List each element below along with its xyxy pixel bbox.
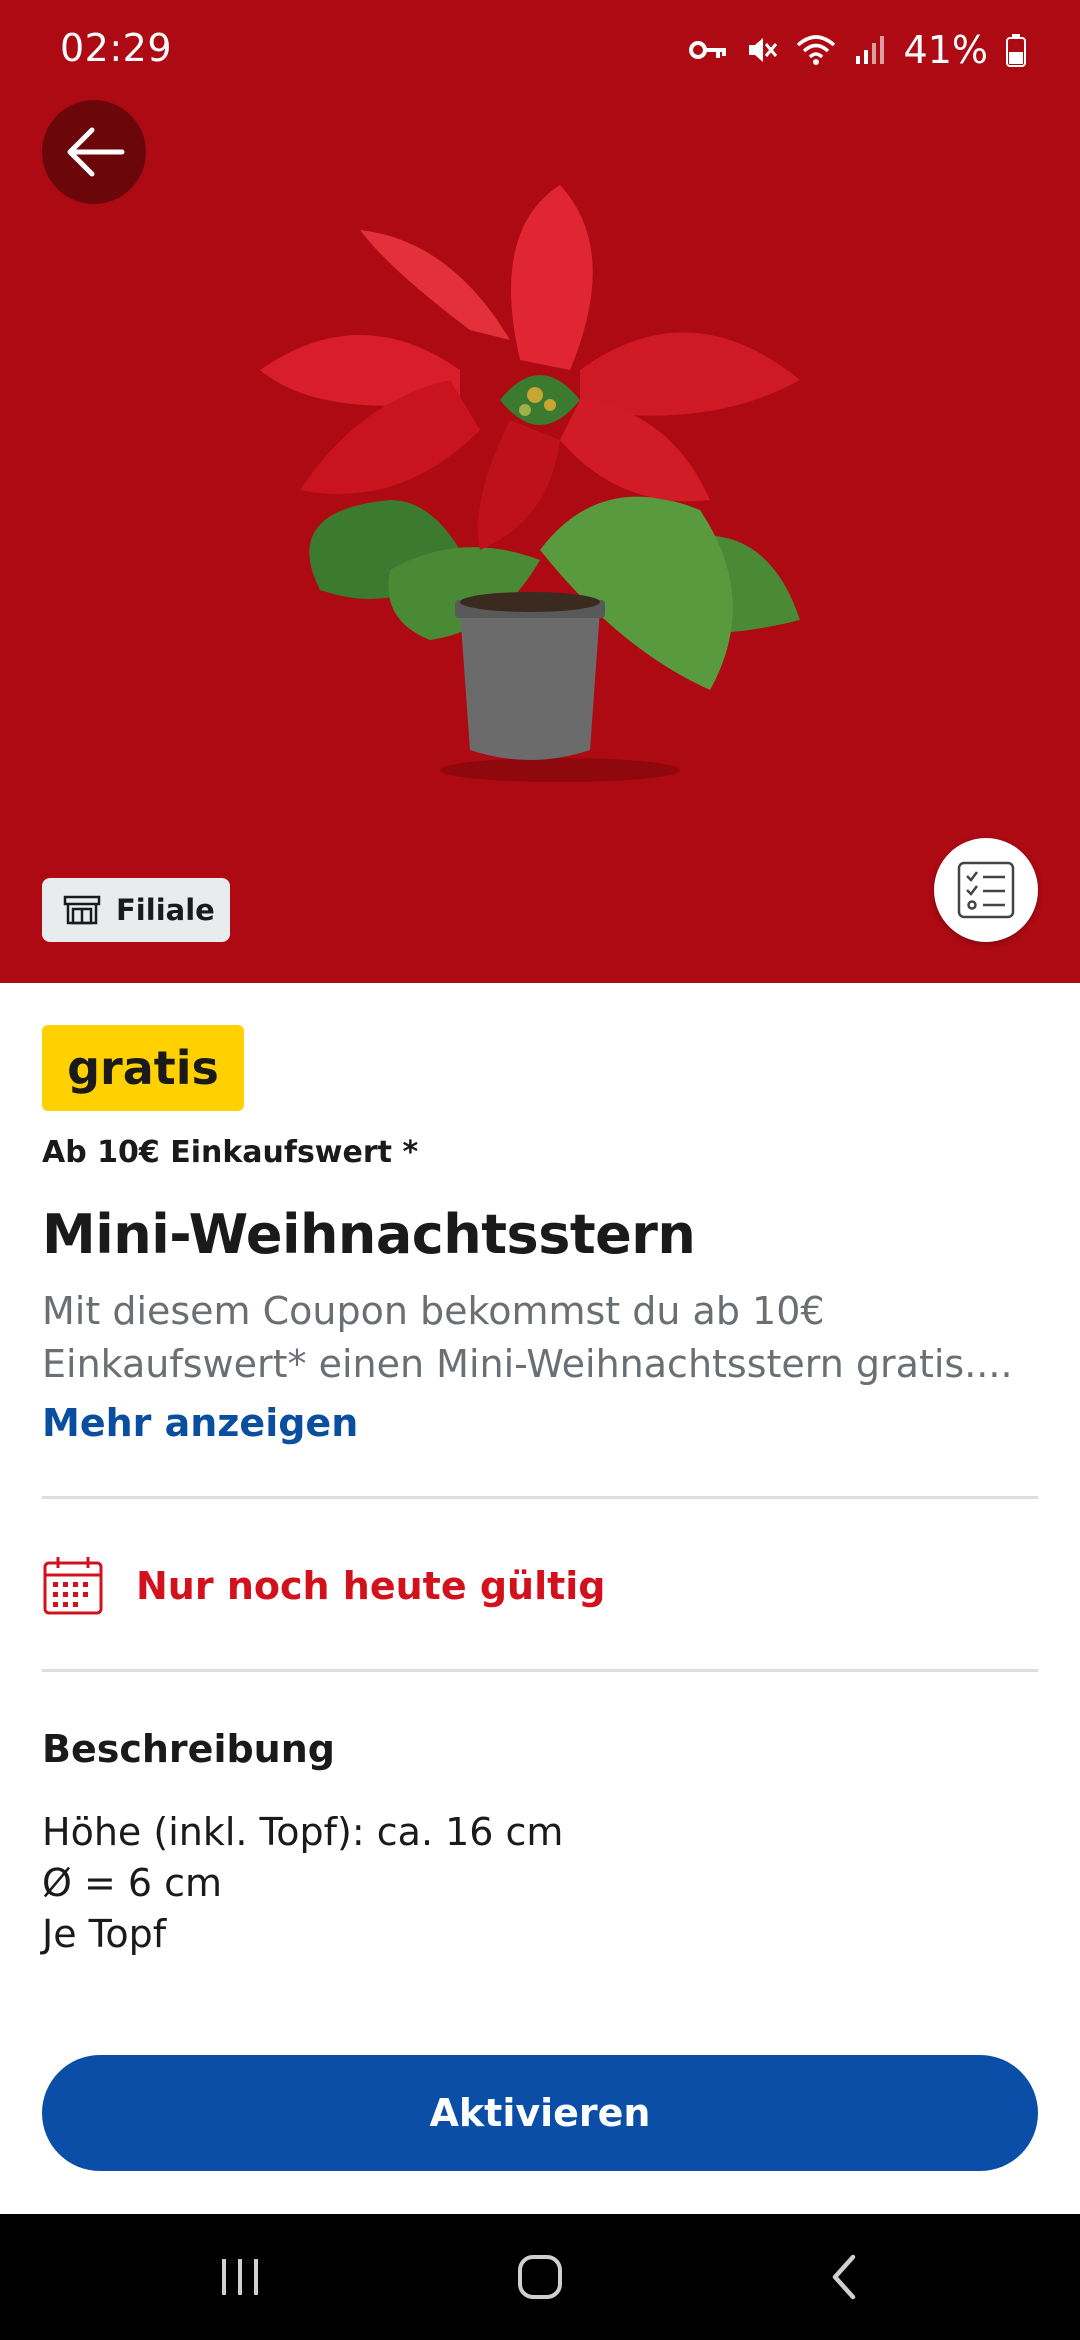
home-icon [518, 2255, 562, 2299]
calendar-icon [43, 1557, 103, 1615]
battery-icon [1006, 33, 1026, 67]
validity-text: Nur noch heute gültig [136, 1564, 606, 1608]
arrow-left-icon [67, 127, 125, 177]
divider [42, 1669, 1038, 1672]
home-button[interactable] [500, 2244, 580, 2310]
product-image [240, 170, 840, 790]
description-lines: Höhe (inkl. Topf): ca. 16 cm Ø = 6 cm Je… [42, 1807, 563, 1960]
offer-description: Mit diesem Coupon bekommst du ab 10€ Ein… [42, 1289, 1013, 1386]
status-icons: 41% [688, 24, 1026, 76]
chevron-left-icon [832, 2254, 856, 2300]
hero-image-area: 02:29 41% Filiale [0, 0, 1080, 983]
divider [42, 1496, 1038, 1499]
battery-percentage: 41% [903, 28, 988, 72]
store-badge-label: Filiale [116, 893, 215, 927]
store-badge: Filiale [42, 878, 230, 942]
recent-apps-button[interactable] [200, 2244, 280, 2310]
activate-button[interactable]: Aktivieren [42, 2055, 1038, 2171]
recent-apps-icon [222, 2259, 258, 2295]
price-badge-label: gratis [67, 1041, 219, 1095]
price-badge: gratis [42, 1025, 244, 1111]
shopping-list-button[interactable] [934, 838, 1038, 942]
description-heading: Beschreibung [42, 1727, 335, 1771]
validity-row: Nur noch heute gültig [42, 1551, 606, 1621]
description-line: Je Topf [42, 1912, 167, 1956]
description-line: Höhe (inkl. Topf): ca. 16 cm [42, 1810, 564, 1854]
status-time: 02:29 [60, 26, 173, 70]
show-more-link[interactable]: Mehr anzeigen [42, 1401, 358, 1445]
mute-icon [746, 33, 778, 67]
min-purchase-text: Ab 10€ Einkaufswert * [42, 1135, 419, 1170]
system-nav-bar [0, 2214, 1080, 2340]
wifi-icon [796, 33, 836, 67]
system-back-button[interactable] [804, 2244, 884, 2310]
store-icon [63, 895, 101, 925]
signal-icon [854, 34, 886, 66]
product-title: Mini-Weihnachtsstern [42, 1203, 696, 1266]
poinsettia-image [260, 185, 800, 782]
description-line: Ø = 6 cm [42, 1861, 223, 1905]
status-bar: 02:29 41% [0, 0, 1080, 100]
checklist-icon [957, 861, 1015, 919]
key-icon [688, 38, 728, 62]
back-button[interactable] [42, 100, 146, 204]
